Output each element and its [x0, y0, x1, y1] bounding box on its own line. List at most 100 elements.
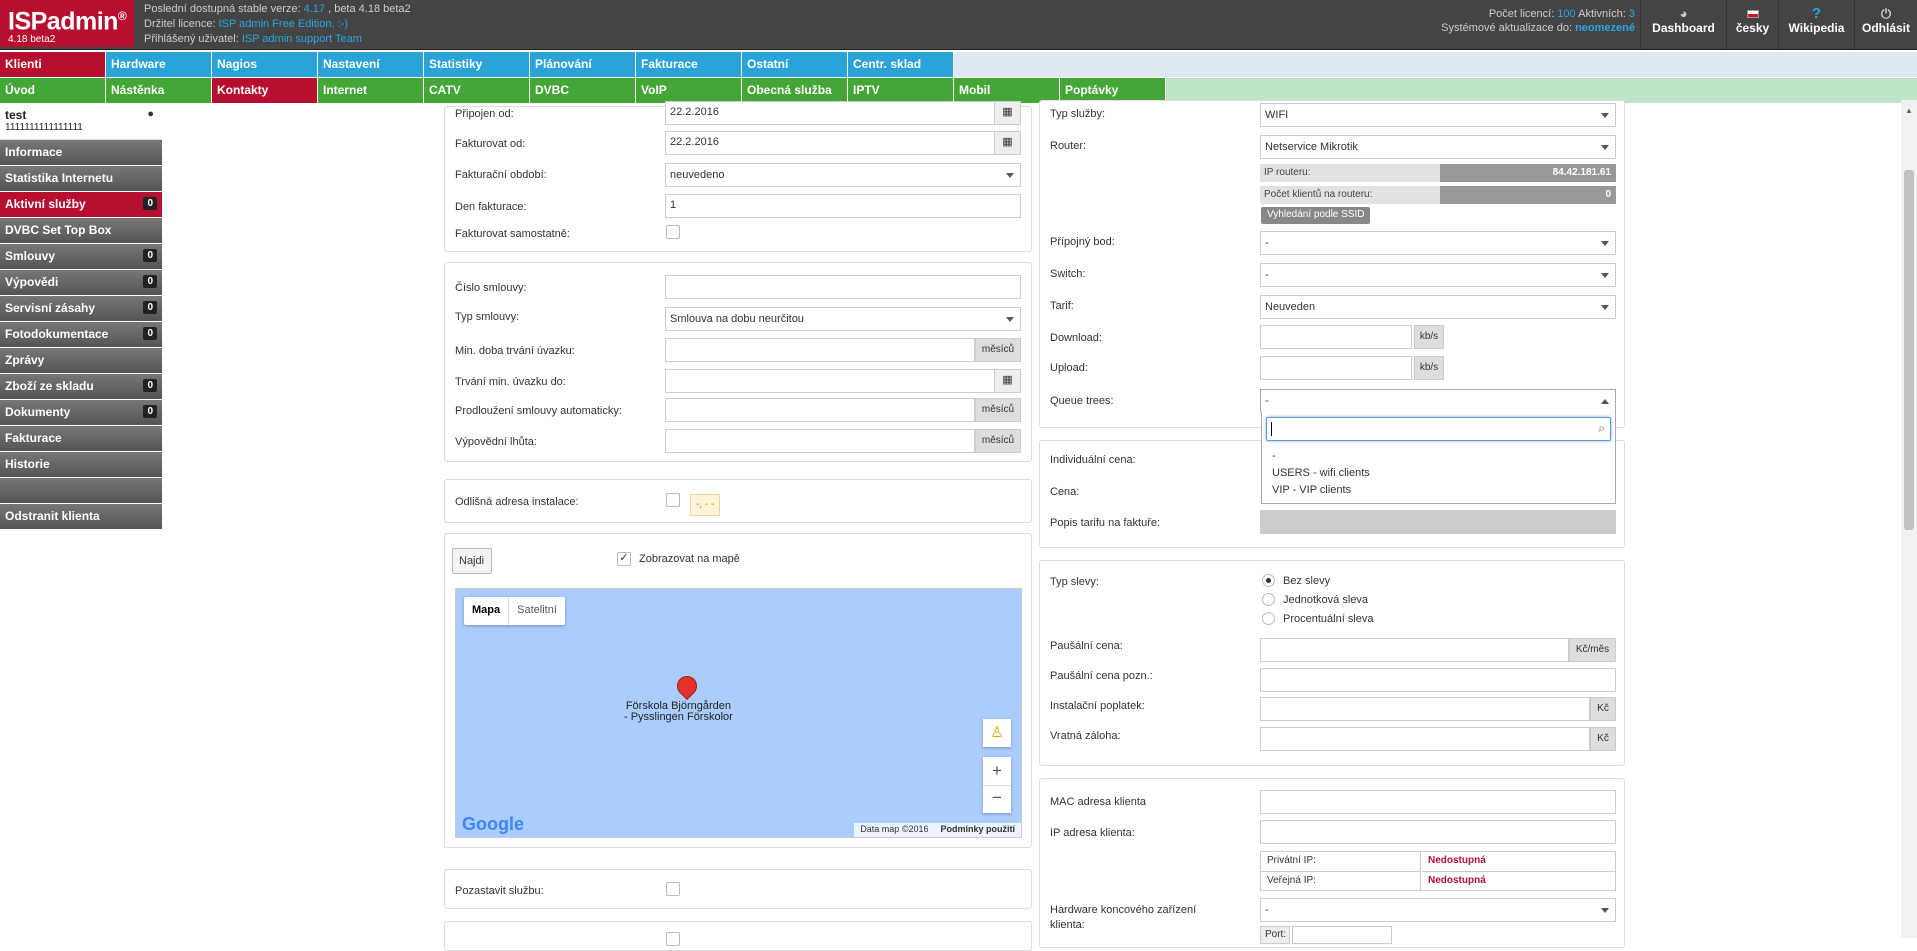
menu-nagios[interactable]: Nagios — [212, 52, 318, 77]
port-input[interactable] — [1292, 926, 1392, 944]
menu-planovani[interactable]: Plánování — [530, 52, 636, 77]
map-terms-link[interactable]: Podmínky použití — [934, 823, 1021, 837]
scroll-up-icon[interactable]: ▲ — [1905, 106, 1913, 115]
count-badge: 0 — [143, 301, 157, 314]
den-fakturace-input[interactable]: 1 — [665, 194, 1021, 218]
sidebar-item-empty — [0, 478, 162, 503]
fakt-obdobi-select[interactable]: neuvedeno — [665, 163, 1021, 187]
menu-kontakty[interactable]: Kontakty — [212, 78, 318, 103]
menu-fakturace[interactable]: Fakturace — [636, 52, 742, 77]
fakt-samostatne-checkbox[interactable] — [666, 225, 680, 239]
calendar-icon[interactable]: ▦ — [994, 102, 1020, 124]
cislo-smlouvy-label: Číslo smlouvy: — [455, 282, 527, 294]
map[interactable]: Mapa Satelitní Förskola Björngården - Pys… — [455, 588, 1022, 838]
radio-jednotkova[interactable] — [1262, 593, 1275, 606]
map-tab-satelit[interactable]: Satelitní — [508, 597, 565, 625]
trvani-min-input[interactable]: ▦ — [665, 369, 1021, 393]
map-tab-mapa[interactable]: Mapa — [464, 597, 508, 625]
tarif-select[interactable]: Neuveden — [1260, 295, 1616, 319]
count-badge: 0 — [143, 405, 157, 418]
sidebar-item[interactable]: Dokumenty 0 — [0, 400, 162, 425]
menu-nastenka[interactable]: Nástěnka — [106, 78, 212, 103]
person-icon[interactable]: ● — [147, 108, 154, 120]
sidebar-item[interactable]: Historie — [0, 452, 162, 477]
scrollbar-thumb[interactable] — [1904, 170, 1914, 530]
fakturovat-od-input[interactable]: 22.2.2016 ▦ — [665, 131, 1021, 155]
vratna-input[interactable] — [1260, 727, 1590, 751]
menu-centr-sklad[interactable]: Centr. sklad — [848, 52, 954, 77]
info-line1-beta: , beta 4.18 beta2 — [325, 3, 411, 15]
download-input[interactable] — [1260, 325, 1412, 349]
zoom-out-icon[interactable]: − — [983, 785, 1011, 813]
odlisna-checkbox[interactable] — [666, 493, 680, 507]
pozastavit-checkbox[interactable] — [666, 882, 680, 896]
pripojen-od-input[interactable]: 22.2.2016 ▦ — [665, 101, 1021, 125]
sidebar-item[interactable]: Zboží ze skladu 0 — [0, 374, 162, 399]
queue-option[interactable]: USERS - wifi clients — [1272, 465, 1370, 482]
sidebar-item[interactable]: Statistika Internetu — [0, 166, 162, 191]
wikipedia-button[interactable]: ? Wikipedia — [1778, 0, 1854, 49]
hw-select[interactable]: - — [1260, 898, 1616, 922]
menu-catv[interactable]: CATV — [424, 78, 530, 103]
sidebar-item[interactable]: Fotodokumentace 0 — [0, 322, 162, 347]
router-select[interactable]: Netservice Mikrotik — [1260, 135, 1616, 159]
zobrazovat-checkbox[interactable]: ✓ — [617, 552, 631, 566]
sidebar-item[interactable]: Smlouvy 0 — [0, 244, 162, 269]
ip-input[interactable] — [1260, 820, 1616, 844]
menu-klienti[interactable]: Klienti — [0, 52, 106, 77]
calendar-icon[interactable]: ▦ — [994, 132, 1020, 154]
language-button[interactable]: česky — [1726, 0, 1778, 49]
zoom-in-icon[interactable]: + — [983, 757, 1011, 785]
menu-hardware[interactable]: Hardware — [106, 52, 212, 77]
street-view-icon[interactable]: ♙ — [983, 719, 1011, 747]
sidebar-item[interactable]: Fakturace — [0, 426, 162, 451]
typ-sluzby-label: Typ služby: — [1050, 108, 1106, 120]
sidebar-item[interactable]: Informace — [0, 140, 162, 165]
queue-option[interactable]: VIP - VIP clients — [1272, 482, 1370, 499]
sidebar-item[interactable]: Aktivní služby 0 — [0, 192, 162, 217]
vypovedni-input[interactable] — [665, 429, 975, 453]
prodlouzeni-input[interactable] — [665, 398, 975, 422]
radio-bez-slevy[interactable] — [1262, 574, 1275, 587]
sidebar-item[interactable]: Servisní zásahy 0 — [0, 296, 162, 321]
menu-uvod[interactable]: Úvod — [0, 78, 106, 103]
menu-ostatni[interactable]: Ostatní — [742, 52, 848, 77]
pripojny-bod-select[interactable]: - — [1260, 231, 1616, 255]
menu-dvbc[interactable]: DVBC — [530, 78, 636, 103]
logout-button[interactable]: ⏻ Odhlásit — [1854, 0, 1917, 49]
menu-voip[interactable]: VoIP — [636, 78, 742, 103]
instalacni-input[interactable] — [1260, 697, 1590, 721]
queue-search-input[interactable]: ⌕ — [1266, 417, 1611, 441]
min-doba-input[interactable] — [665, 338, 975, 362]
upload-input[interactable] — [1260, 356, 1412, 380]
typ-slevy-label: Typ slevy: — [1050, 576, 1099, 588]
radio-procentualni[interactable] — [1262, 612, 1275, 625]
logo[interactable]: ISPadmin® 4.18 beta2 — [0, 0, 134, 47]
sidebar-item[interactable]: Odstranit klienta — [0, 504, 162, 529]
stable-version-link[interactable]: 4.17 — [304, 3, 325, 15]
menu-internet[interactable]: Internet — [318, 78, 424, 103]
pausalni-pozn-input[interactable] — [1260, 668, 1616, 692]
menu-iptv[interactable]: IPTV — [848, 78, 954, 103]
queue-option[interactable]: - — [1272, 448, 1370, 465]
cislo-smlouvy-input[interactable] — [665, 275, 1021, 299]
sidebar-item[interactable]: DVBC Set Top Box — [0, 218, 162, 243]
dashboard-button[interactable]: ◕ Dashboard — [1640, 0, 1726, 49]
menu-nastaveni[interactable]: Nastavení — [318, 52, 424, 77]
ssid-search-button[interactable]: Vyhledání podle SSID — [1261, 207, 1371, 224]
page-scrollbar[interactable]: ▲ — [1901, 100, 1917, 938]
next-checkbox[interactable] — [666, 932, 680, 946]
address-tag: -, - - — [690, 494, 721, 516]
typ-sluzby-select[interactable]: WIFI — [1260, 103, 1616, 127]
switch-select[interactable]: - — [1260, 263, 1616, 287]
calendar-icon[interactable]: ▦ — [994, 370, 1020, 392]
najdi-button[interactable]: Najdi — [452, 548, 492, 574]
mac-input[interactable] — [1260, 790, 1616, 814]
menu-statistiky[interactable]: Statistiky — [424, 52, 530, 77]
sidebar-item[interactable]: Zprávy — [0, 348, 162, 373]
menu-obecna-sluzba[interactable]: Obecná služba — [742, 78, 848, 103]
pausalni-input[interactable] — [1260, 638, 1569, 662]
typ-smlouvy-select[interactable]: Smlouva na dobu neurčitou — [665, 307, 1021, 331]
queue-select[interactable]: - — [1260, 389, 1616, 413]
sidebar-item[interactable]: Výpovědi 0 — [0, 270, 162, 295]
